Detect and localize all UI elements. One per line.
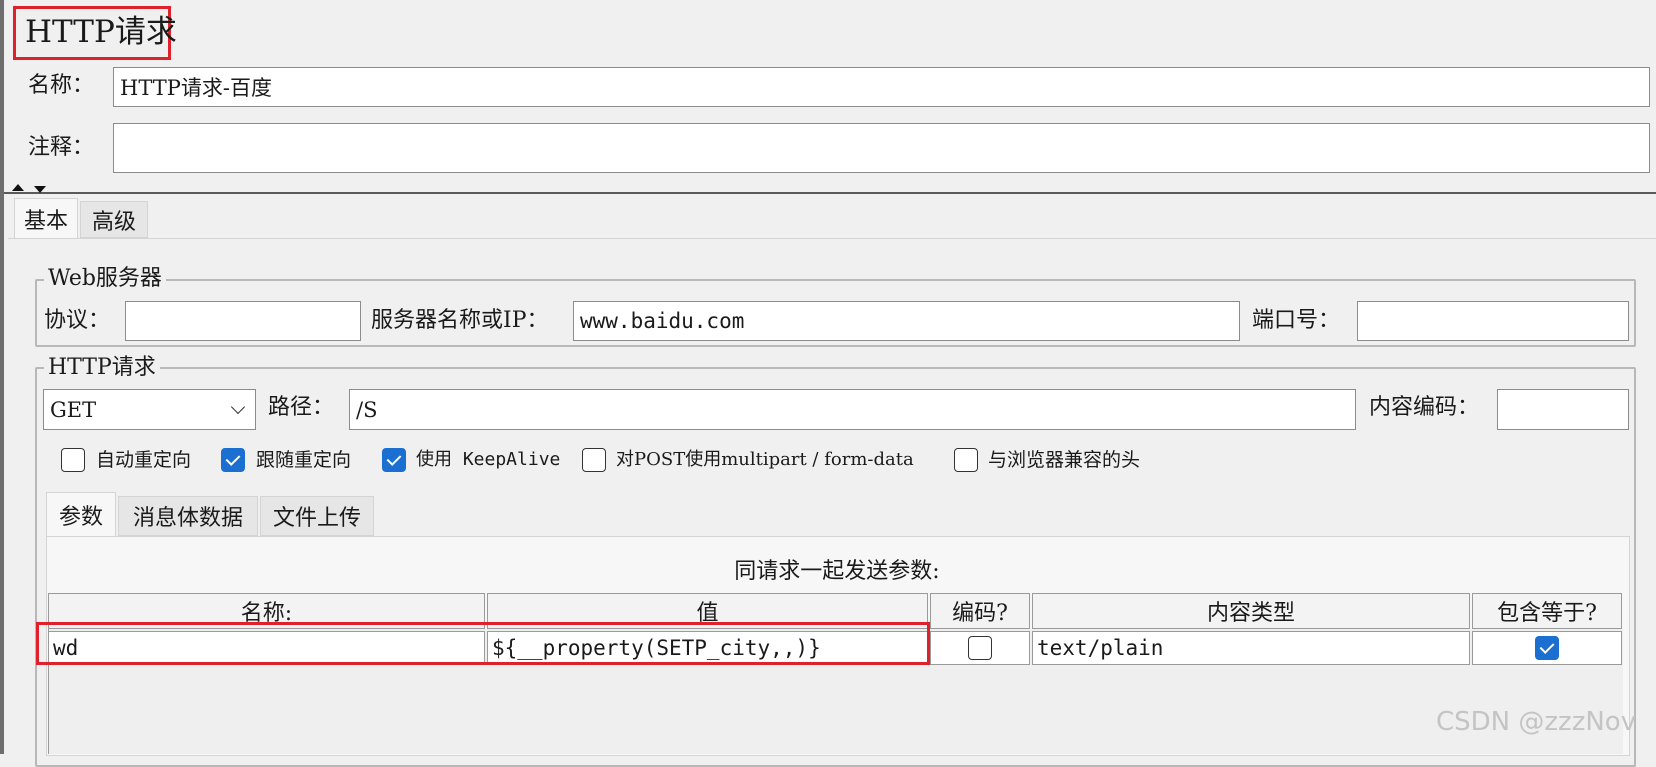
method-select-value: GET (50, 397, 97, 422)
collapse-down-arrow-icon[interactable] (34, 186, 46, 193)
port-label: 端口号： (1252, 308, 1341, 333)
tab-basic[interactable]: 基本 (14, 198, 78, 238)
params-caption: 同请求一起发送参数: (734, 559, 940, 584)
content-encoding-input[interactable] (1497, 389, 1629, 430)
auto-redirect-checkbox[interactable] (61, 448, 85, 472)
protocol-input[interactable] (125, 301, 361, 341)
keepalive-label: 使用 KeepAlive (416, 449, 561, 470)
chevron-down-icon (230, 399, 246, 414)
path-label: 路径： (268, 395, 335, 420)
param-content-type-cell[interactable]: text/plain (1032, 631, 1470, 665)
param-include-equals-checkbox[interactable] (1535, 636, 1559, 660)
tab-parameters[interactable]: 参数 (46, 492, 116, 536)
tab-advanced[interactable]: 高级 (80, 201, 148, 238)
keepalive-checkbox[interactable] (382, 448, 406, 472)
collapse-up-arrow-icon[interactable] (12, 184, 24, 191)
comment-input[interactable] (113, 123, 1650, 173)
multipart-checkbox[interactable] (582, 448, 606, 472)
column-header-content-type[interactable]: 内容类型 (1032, 593, 1470, 629)
param-include-equals-cell[interactable] (1472, 631, 1622, 665)
server-input[interactable]: www.baidu.com (573, 301, 1240, 341)
name-input[interactable]: HTTP请求-百度 (113, 67, 1650, 107)
protocol-label: 协议： (44, 308, 111, 333)
auto-redirect-label: 自动重定向 (96, 449, 192, 471)
content-encoding-label: 内容编码： (1369, 395, 1480, 420)
port-input[interactable] (1357, 301, 1629, 341)
comment-label: 注释： (28, 135, 95, 160)
column-header-include-equals[interactable]: 包含等于? (1472, 593, 1622, 629)
param-encode-checkbox[interactable] (968, 636, 992, 660)
path-input[interactable]: /S (349, 389, 1356, 430)
tab-body-data[interactable]: 消息体数据 (118, 496, 258, 536)
column-header-encode[interactable]: 编码? (930, 593, 1030, 629)
split-divider[interactable] (4, 192, 1656, 194)
http-request-legend: HTTP请求 (44, 357, 160, 379)
browser-compatible-headers-label: 与浏览器兼容的头 (988, 449, 1141, 471)
follow-redirect-checkbox[interactable] (221, 448, 245, 472)
param-encode-cell[interactable] (930, 631, 1030, 665)
browser-compatible-headers-checkbox[interactable] (954, 448, 978, 472)
web-server-legend: Web服务器 (44, 268, 166, 290)
param-row-highlight-box (36, 622, 930, 665)
name-label: 名称： (28, 73, 95, 98)
tab-file-upload[interactable]: 文件上传 (260, 496, 374, 536)
page-title: HTTP请求 (25, 14, 177, 50)
follow-redirect-label: 跟随重定向 (256, 449, 352, 471)
server-label: 服务器名称或IP： (371, 308, 549, 333)
method-select[interactable]: GET (43, 389, 256, 430)
watermark: CSDN @zzzNov (1436, 707, 1637, 737)
window-left-border (0, 0, 4, 754)
multipart-label: 对POST使用multipart / form-data (616, 449, 914, 470)
